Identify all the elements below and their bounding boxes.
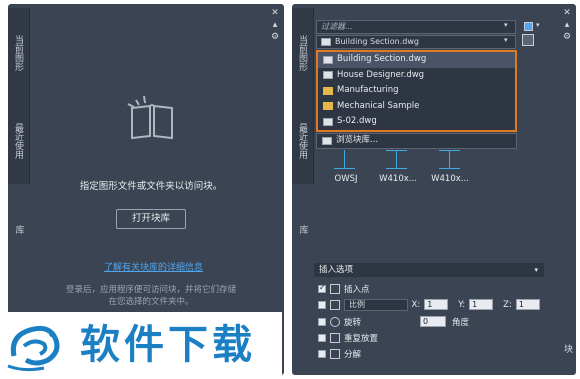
footer-line: 登录后，应用程序便可访问块，并将它们存储 bbox=[65, 285, 236, 295]
tab-library[interactable]: 库 bbox=[292, 184, 314, 274]
open-book-icon bbox=[127, 95, 173, 140]
footer-hint: 登录后，应用程序便可访问块，并将它们存储 在您选择的文件夹中。 bbox=[30, 284, 272, 308]
explode-label: 分解 bbox=[344, 349, 362, 360]
tab-current-drawing[interactable]: 当前图形 bbox=[8, 8, 30, 98]
dropdown-item-mechanical-sample[interactable]: Mechanical Sample bbox=[318, 99, 515, 115]
dropdown-item-house-designer[interactable]: House Designer.dwg bbox=[318, 68, 515, 84]
dropdown-item-label: Manufacturing bbox=[337, 85, 399, 95]
insert-point-label: 插入点 bbox=[344, 284, 370, 295]
tab-label: 最近使用 bbox=[297, 123, 307, 159]
repeat-checkbox[interactable] bbox=[318, 333, 326, 342]
bottom-tab[interactable]: 块 bbox=[562, 344, 572, 353]
tab-label: 最近使用 bbox=[13, 123, 23, 159]
dropdown-item-building-section[interactable]: Building Section.dwg bbox=[318, 52, 515, 68]
watermark: 软件下载 bbox=[0, 312, 282, 379]
rotate-angle-field[interactable]: 0 bbox=[420, 316, 446, 327]
insert-point-icon bbox=[330, 283, 340, 294]
insert-options-title: 插入选项 bbox=[319, 265, 354, 275]
library-select[interactable]: Building Section.dwg bbox=[316, 35, 516, 49]
block-preview-line bbox=[396, 150, 397, 168]
z-scale-field[interactable]: 1 bbox=[515, 299, 540, 310]
scale-checkbox[interactable] bbox=[318, 300, 326, 309]
block-preview-line bbox=[439, 168, 460, 169]
view-mode-icon[interactable] bbox=[524, 22, 533, 31]
tab-label: 当前图形 bbox=[297, 35, 307, 71]
dropdown-item-label: Mechanical Sample bbox=[337, 100, 420, 111]
library-dropdown: Building Section.dwg House Designer.dwg … bbox=[316, 50, 517, 132]
footer-line: 在您选择的文件夹中。 bbox=[108, 297, 194, 307]
y-scale-field[interactable]: 1 bbox=[469, 299, 494, 310]
tab-label: 库 bbox=[13, 224, 24, 234]
rotate-icon bbox=[330, 316, 340, 327]
explode-icon bbox=[330, 348, 340, 359]
dropdown-item-label: House Designer.dwg bbox=[337, 69, 425, 80]
browse-icon bbox=[322, 136, 332, 145]
explode-row: 分解 bbox=[318, 347, 361, 360]
dropdown-item-manufacturing[interactable]: Manufacturing bbox=[318, 83, 515, 99]
scale-icon bbox=[330, 299, 340, 310]
insert-point-row: 插入点 bbox=[318, 282, 370, 295]
instruction-text: 指定图形文件或文件夹以访问块。 bbox=[79, 181, 223, 192]
folder-icon bbox=[323, 102, 333, 111]
view-mode-chevron-icon[interactable]: ▾ bbox=[536, 21, 540, 29]
open-library-button[interactable]: 打开块库 bbox=[116, 209, 186, 229]
block-preview-line bbox=[334, 168, 355, 169]
scale-row: 比例 ▾ X: 1 Y: 1 Z: 1 bbox=[318, 298, 540, 311]
block-thumbnail[interactable] bbox=[435, 150, 465, 170]
browse-library-item[interactable]: 浏览块库... bbox=[316, 133, 517, 149]
block-preview-line bbox=[386, 168, 407, 169]
rotate-label: 旋转 bbox=[344, 317, 362, 328]
block-label: W410x... bbox=[379, 174, 417, 184]
collapse-icon[interactable]: ▴ bbox=[562, 20, 572, 30]
block-label: OWSJ bbox=[334, 174, 358, 184]
dwg-file-icon bbox=[323, 71, 333, 80]
collapse-chevron-icon[interactable]: ▾ bbox=[534, 263, 538, 277]
block-preview-line bbox=[449, 150, 450, 168]
library-chevron-icon[interactable]: ▾ bbox=[504, 36, 508, 44]
right-block-palette: 当前图形 最近使用 库 ✕ ▴ ⚙ 块 过滤器... ▾ ▾ Building … bbox=[292, 4, 576, 375]
x-scale-field[interactable]: 1 bbox=[424, 299, 449, 310]
insert-options-header[interactable]: 插入选项 ▾ bbox=[314, 263, 544, 277]
tab-recent[interactable]: 最近使用 bbox=[292, 98, 314, 184]
folder-icon bbox=[323, 86, 333, 95]
repeat-row: 重复放置 bbox=[318, 331, 378, 344]
watermark-text: 软件下载 bbox=[80, 322, 256, 368]
angle-label: 角度 bbox=[452, 317, 470, 328]
tab-label: 当前图形 bbox=[13, 35, 23, 71]
repeat-label: 重复放置 bbox=[344, 333, 379, 344]
y-label: Y: bbox=[458, 299, 466, 310]
tab-label: 库 bbox=[297, 224, 308, 234]
dropdown-item-label: Building Section.dwg bbox=[337, 54, 427, 64]
close-icon[interactable]: ✕ bbox=[562, 8, 572, 18]
filter-input[interactable]: 过滤器... bbox=[316, 20, 516, 34]
scale-mode-select[interactable]: 比例 bbox=[344, 298, 408, 311]
dwg-file-icon bbox=[323, 55, 333, 64]
library-browse-icon[interactable] bbox=[522, 34, 534, 46]
tab-recent[interactable]: 最近使用 bbox=[8, 98, 30, 184]
dwg-file-icon bbox=[323, 117, 333, 126]
browse-label: 浏览块库... bbox=[336, 135, 379, 145]
block-preview-line bbox=[344, 150, 345, 168]
x-label: X: bbox=[411, 299, 421, 310]
explode-checkbox[interactable] bbox=[318, 349, 326, 358]
dropdown-item-s02[interactable]: S-02.dwg bbox=[318, 114, 515, 130]
tab-library[interactable]: 库 bbox=[8, 184, 30, 274]
block-label: W410x... bbox=[431, 174, 469, 184]
repeat-icon bbox=[330, 332, 340, 343]
block-thumbnail[interactable] bbox=[330, 150, 360, 170]
library-select-value: Building Section.dwg bbox=[335, 37, 419, 46]
gear-icon[interactable]: ⚙ bbox=[562, 32, 572, 42]
dragon-logo-icon bbox=[7, 325, 60, 372]
insert-point-checkbox[interactable] bbox=[318, 283, 326, 293]
dwg-file-icon bbox=[321, 38, 331, 46]
block-thumbnail[interactable] bbox=[382, 150, 412, 170]
dropdown-item-label: S-02.dwg bbox=[337, 116, 377, 126]
rotate-row: 旋转 0 角度 bbox=[318, 315, 469, 328]
learn-more-link[interactable]: 了解有关块库的详细信息 bbox=[104, 260, 203, 273]
z-label: Z: bbox=[503, 299, 512, 310]
filter-chevron-icon[interactable]: ▾ bbox=[504, 21, 508, 29]
tab-current-drawing[interactable]: 当前图形 bbox=[292, 8, 314, 98]
rotate-checkbox[interactable] bbox=[318, 317, 326, 326]
